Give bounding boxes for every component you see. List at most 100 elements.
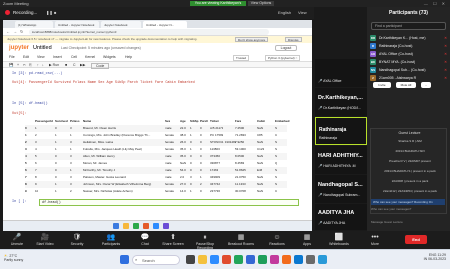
participant-row[interactable]: R Rathinaraja (Co-host) ✕ [370, 42, 448, 50]
folder-icon[interactable] [123, 223, 129, 229]
dismiss-button[interactable]: Dismiss [285, 37, 302, 42]
app-icon[interactable] [270, 255, 279, 264]
video-tile[interactable]: Nandhagopal S... 🎤 Nandhagopal Subram... [315, 175, 367, 203]
participant-row[interactable]: AO AYAL Office (Co-host) ✕ [370, 50, 448, 58]
column-header[interactable]: Age [180, 119, 186, 123]
run-button[interactable]: ▶ Run [49, 63, 59, 67]
video-tile[interactable]: HARI ADHITHIY... 🎤 HARI ADHITHIYA .M [315, 146, 367, 174]
code-line[interactable]: In [5]: df.head() [12, 102, 48, 106]
whiteboards-button[interactable]: ⬜ Whiteboards [324, 233, 354, 246]
chat-button[interactable]: 💬 Chat [130, 233, 160, 246]
excel-icon[interactable] [258, 255, 267, 264]
mute-all-button[interactable]: Mute All [396, 82, 416, 88]
view-options-button[interactable]: View Options [248, 1, 274, 6]
video-tile[interactable]: 🎤 AYAL Office [315, 59, 367, 87]
menu-cell[interactable]: Cell [71, 55, 77, 59]
share-screen-button[interactable]: ⬆ Share Screen [158, 233, 188, 246]
app-icon[interactable] [306, 255, 315, 264]
muted-mic-icon[interactable]: ✕ [444, 60, 447, 64]
participant-row[interactable]: BK BYNAT MYA. (Co-host) ✕ [370, 58, 448, 66]
forward-icon[interactable]: → [13, 29, 17, 34]
browser-tab-active[interactable]: Untitled - Jupyter N... [143, 21, 187, 28]
app-icon[interactable] [163, 223, 169, 229]
pause-stop-recording-button[interactable]: ⏸ Pause/Stop Recording [190, 233, 220, 250]
muted-mic-icon[interactable]: ✕ [444, 52, 447, 56]
column-header[interactable]: Pclass [70, 119, 80, 123]
jupyter-logo[interactable]: jupyter [9, 45, 29, 51]
column-header[interactable]: Survived [55, 119, 68, 123]
browser-tab[interactable]: Jupyter Notebook [101, 21, 141, 28]
column-header[interactable]: Embarked [275, 119, 290, 123]
app-icon[interactable] [143, 223, 149, 229]
view-button[interactable]: View [298, 10, 307, 15]
copy-icon[interactable]: ⎘ [29, 63, 32, 67]
notebook-name[interactable]: Untitled [33, 45, 52, 51]
participant-row[interactable]: NS Nandhagopal Sub... (Co-host) ✕ [370, 66, 448, 74]
logout-button[interactable]: Logout [275, 45, 297, 51]
column-header[interactable]: Name [83, 119, 91, 123]
language-selector[interactable]: English [278, 10, 291, 15]
column-header[interactable]: Fare [235, 119, 241, 123]
video-tile[interactable]: Dr.Karthikeyan,... 🎤 Dr.Karthikeyan (HOD… [315, 88, 367, 116]
column-header[interactable]: Parch [200, 119, 208, 123]
code-line[interactable]: In [3]: pd.read_csv(...) [12, 72, 62, 76]
weather-widget[interactable]: ⛅ 27°C Partly sunny [4, 254, 23, 262]
chat-input[interactable]: Message Guest Lecture [371, 220, 403, 224]
dont-show-button[interactable]: Don't show anymore [235, 37, 269, 42]
window-controls[interactable]: — ☐ ✕ [424, 1, 447, 6]
add-cell-icon[interactable]: + [17, 63, 19, 67]
video-tile[interactable]: AADITYA JHA 🎤 AADITYA JHA [315, 204, 367, 230]
invite-button[interactable]: Invite [373, 82, 391, 88]
pause-recording-button[interactable]: ❚❚ [46, 10, 53, 15]
start-video-button[interactable]: 🎥 Start Video [30, 233, 60, 246]
unmute-button[interactable]: 🎤 Unmute [2, 233, 32, 246]
muted-mic-icon[interactable]: ✕ [444, 76, 447, 80]
participants-button[interactable]: 👥 Participants [96, 233, 126, 246]
chrome-taskbar-icon[interactable] [234, 255, 243, 264]
reload-icon[interactable]: ↻ [20, 29, 23, 34]
zoom-icon[interactable] [153, 223, 159, 229]
interrupt-button[interactable]: ■ [65, 63, 67, 67]
app-icon[interactable] [282, 255, 291, 264]
windows-start-icon[interactable] [113, 223, 119, 229]
move-down-icon[interactable]: ↓ [42, 63, 44, 67]
app-icon[interactable] [318, 255, 327, 264]
menu-view[interactable]: View [37, 55, 45, 59]
more-button[interactable]: ••• More [360, 233, 390, 246]
column-header[interactable]: Cabin [257, 119, 265, 123]
move-up-icon[interactable]: ↑ [37, 63, 39, 67]
browser-tab[interactable]: Untitled - Jupyter Notebook [55, 21, 99, 28]
column-header[interactable]: Sex [165, 119, 170, 123]
cell-type-select[interactable]: Code [91, 63, 110, 69]
reactions-button[interactable]: ☺ Reactions [262, 233, 292, 246]
security-button[interactable]: 🛡 Security [62, 233, 92, 246]
participant-row[interactable]: 2 21am005 - Aishwarya R ✕ [370, 74, 448, 82]
menu-widgets[interactable]: Widgets [103, 55, 116, 59]
restart-run-button[interactable]: ▶▶ [80, 63, 85, 67]
menu-file[interactable]: File [9, 55, 15, 59]
task-view-icon[interactable] [186, 255, 195, 264]
file-explorer-icon[interactable] [198, 255, 207, 264]
edge-icon[interactable] [294, 255, 303, 264]
muted-mic-icon[interactable]: ✕ [444, 36, 447, 40]
column-header[interactable]: PassengerId [35, 119, 53, 123]
chrome-icon[interactable] [133, 223, 139, 229]
end-meeting-button[interactable]: End [405, 235, 427, 244]
windows-start-icon[interactable] [120, 255, 129, 264]
active-speaker-tile[interactable]: Rathinaraja Rathinaraja [315, 117, 367, 145]
address-input[interactable]: localhost:8888/notebooks/Untitled.ipynb?… [29, 29, 269, 35]
browser-tab[interactable]: (1) WhatsApp [15, 21, 53, 28]
menu-edit[interactable]: Edit [23, 55, 29, 59]
back-icon[interactable]: ← [6, 29, 10, 34]
cut-icon[interactable]: ✂ [23, 63, 26, 67]
column-header[interactable]: SibSp [190, 119, 199, 123]
code-cell-input[interactable]: df.head() [39, 199, 299, 206]
zoom-taskbar-icon[interactable] [210, 255, 219, 264]
apps-button[interactable]: ▦ Apps [292, 233, 322, 246]
restart-button[interactable]: C [73, 63, 76, 67]
menu-help[interactable]: Help [125, 55, 132, 59]
muted-mic-icon[interactable]: ✕ [444, 44, 447, 48]
breakout-rooms-button[interactable]: ▦ Breakout Rooms [226, 233, 256, 246]
muted-mic-icon[interactable]: ✕ [444, 68, 447, 72]
recording-notice[interactable]: Who can see your messages? Recording On [371, 199, 445, 205]
